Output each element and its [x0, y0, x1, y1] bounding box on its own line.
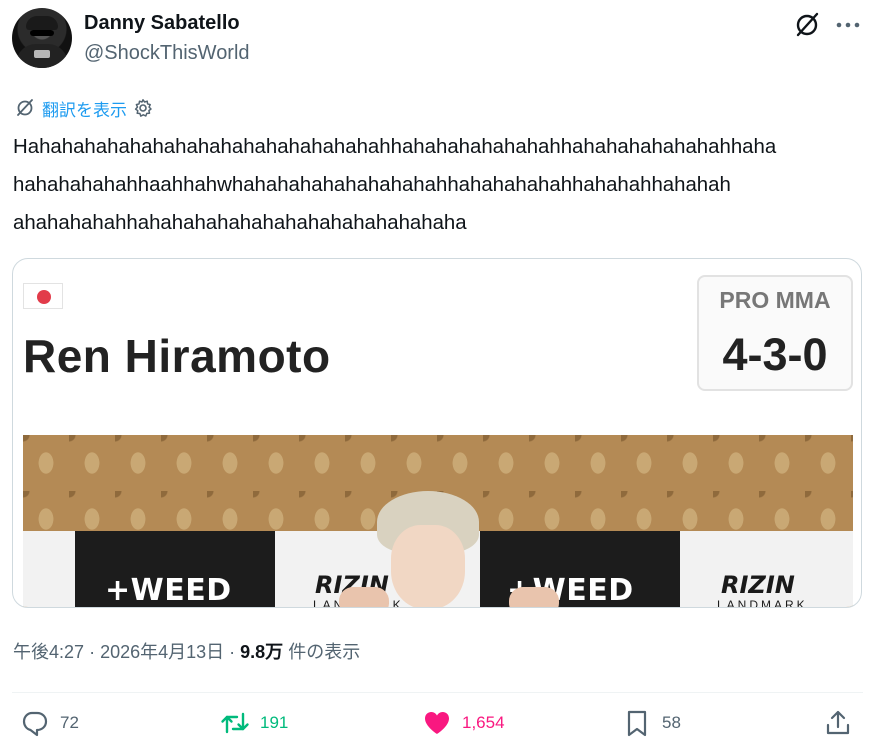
bookmark-button[interactable]: 58: [622, 708, 681, 738]
share-button[interactable]: [823, 708, 853, 738]
sponsor-logo: +WEED: [105, 573, 232, 608]
repost-button[interactable]: 191: [220, 708, 288, 738]
japan-flag-icon: [23, 283, 63, 309]
settings-gear-icon[interactable]: [133, 98, 153, 118]
action-bar: 72 191 1,654 58: [0, 708, 875, 748]
display-name[interactable]: Danny Sabatello: [84, 12, 240, 35]
tweet-text: Hahahahahahahahahahahahahahahahahhahahah…: [13, 128, 865, 242]
avatar[interactable]: [12, 8, 72, 68]
tweet-meta: 午後4:27 · 2026年4月13日 · 9.8万 件の表示: [13, 642, 361, 662]
user-handle[interactable]: @ShockThisWorld: [84, 42, 250, 65]
like-count: 1,654: [462, 713, 505, 732]
record-label: PRO MMA: [719, 287, 831, 313]
brand-sub: LANDMARK: [717, 598, 808, 608]
heart-icon: [425, 712, 449, 734]
repost-count: 191: [260, 713, 289, 732]
fighter-name: Ren Hiramoto: [23, 330, 331, 382]
views-count: 9.8万: [240, 642, 284, 662]
translate-link[interactable]: 翻訳を表示: [14, 96, 153, 120]
banner-white: [23, 531, 75, 607]
tweet-header: Danny Sabatello @ShockThisWorld: [12, 8, 863, 70]
fist-left: [339, 587, 389, 607]
bookmark-icon: [627, 710, 647, 737]
views-label: 件の表示: [288, 642, 361, 662]
tweet-time[interactable]: 午後4:27: [13, 642, 84, 662]
record-value: 4-3-0: [722, 329, 828, 380]
tweet-line: Hahahahahahahahahahahahahahahahahhahahah…: [13, 136, 777, 158]
grok-translate-icon: [17, 99, 33, 116]
translate-label[interactable]: 翻訳を表示: [42, 96, 127, 121]
bookmark-count: 58: [662, 713, 681, 732]
fist-right: [509, 587, 559, 607]
like-button[interactable]: 1,654: [422, 708, 505, 738]
grok-icon[interactable]: [792, 10, 822, 40]
reply-count: 72: [60, 713, 79, 732]
tweet-date[interactable]: 2026年4月13日: [100, 642, 224, 662]
reply-button[interactable]: 72: [20, 708, 79, 738]
more-options-icon[interactable]: [835, 14, 861, 36]
share-icon: [826, 710, 850, 735]
fighter-figure: [373, 491, 483, 607]
brand-logo: RIZIN: [721, 571, 795, 599]
reply-icon: [22, 711, 48, 737]
tweet-line: ahahahahahhahahahahahahahahahahahahahaha: [13, 212, 467, 234]
divider: [12, 692, 863, 693]
record-box: PRO MMA 4-3-0: [697, 275, 853, 391]
tweet-line: hahahahahahhaahhahwhahahahahahahahahahha…: [13, 174, 731, 196]
repost-icon: [221, 712, 249, 734]
fighter-photo[interactable]: +WEED RIZIN LANDMARK +WEED RIZIN LANDMAR…: [23, 435, 853, 608]
media-card[interactable]: Ren Hiramoto PRO MMA 4-3-0 +WEED RIZIN L…: [12, 258, 862, 608]
